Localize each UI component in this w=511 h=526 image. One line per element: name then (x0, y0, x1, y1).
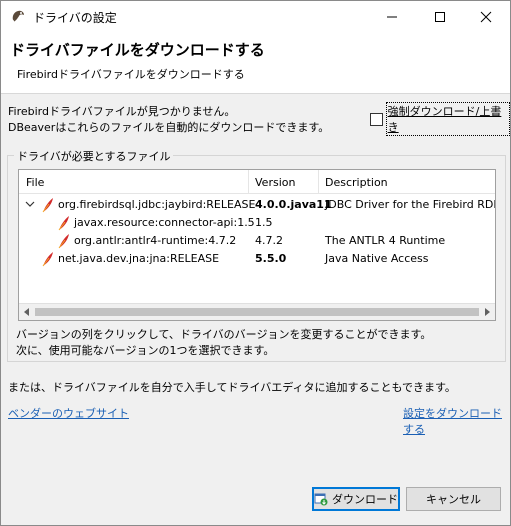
minimize-button[interactable] (369, 1, 415, 32)
maven-feather-icon (58, 234, 69, 249)
description-cell: The ANTLR 4 Runtime (325, 234, 446, 247)
driver-settings-dialog: ドライバの設定 ドライバファイルをダウンロードする Firebirdドライバファ… (0, 0, 511, 526)
cancel-button-label: キャンセル (426, 493, 481, 506)
close-icon (480, 11, 492, 22)
description-cell: Java Native Access (325, 252, 429, 265)
force-download-label[interactable]: 強制ダウンロード/上書き (385, 102, 510, 136)
cancel-button[interactable]: キャンセル (406, 487, 501, 511)
group-legend: ドライバが必要とするファイル (14, 148, 174, 164)
scrollbar-thumb[interactable] (35, 308, 479, 316)
checkbox-box[interactable] (370, 112, 383, 126)
maximize-icon (435, 11, 445, 22)
window-title: ドライバの設定 (33, 11, 117, 25)
horizontal-scrollbar[interactable] (19, 303, 495, 320)
version-help-line1: バージョンの列をクリックして、ドライバのバージョンを変更することができます。 (16, 328, 432, 341)
column-version[interactable]: Version (255, 176, 295, 189)
column-separator (248, 170, 249, 194)
maven-feather-icon (42, 252, 53, 267)
table-row[interactable]: org.firebirdsql.jdbc:jaybird:RELEASE 4.0… (19, 196, 495, 214)
dbeaver-app-icon (12, 10, 24, 22)
download-button-label: ダウンロード (332, 493, 398, 506)
dialog-header: ドライバファイルをダウンロードする Firebirdドライバファイルをダウンロー… (1, 32, 510, 94)
info-auto-download: DBeaverはこれらのファイルを自動的にダウンロードできます。 (8, 121, 330, 134)
scroll-left-icon[interactable] (23, 308, 31, 316)
file-name: net.java.dev.jna:jna:RELEASE (58, 252, 220, 265)
version-cell[interactable]: 4.0.0.java11 (255, 198, 332, 211)
download-config-link[interactable]: 設定をダウンロードする (403, 405, 510, 437)
close-button[interactable] (463, 1, 509, 32)
file-name: javax.resource:connector-api:1.5 (74, 216, 255, 229)
version-cell[interactable]: 1.5 (255, 216, 273, 229)
files-table[interactable]: File Version Description org.firebirdsql… (18, 169, 496, 321)
column-separator (318, 170, 319, 194)
table-header: File Version Description (19, 170, 495, 194)
file-name: org.firebirdsql.jdbc:jaybird:RELEASE (58, 198, 256, 211)
table-row[interactable]: org.antlr:antlr4-runtime:4.7.2 4.7.2 The… (19, 232, 495, 250)
required-files-group: ドライバが必要とするファイル File Version Description … (7, 148, 506, 362)
column-description[interactable]: Description (325, 176, 388, 189)
scroll-right-icon[interactable] (483, 308, 491, 316)
download-icon (314, 493, 328, 506)
force-download-checkbox[interactable]: 強制ダウンロード/上書き (370, 102, 510, 136)
header-title: ドライバファイルをダウンロードする (10, 41, 265, 59)
maven-feather-icon (42, 198, 53, 213)
column-file[interactable]: File (26, 176, 44, 189)
info-not-found: Firebirdドライバファイルが見つかりません。 (8, 105, 236, 118)
vendor-website-link[interactable]: ベンダーのウェブサイト (8, 405, 129, 421)
manual-add-hint: または、ドライバファイルを自分で入手してドライバエディタに追加することもできます… (8, 381, 456, 394)
description-cell: JDBC Driver for the Firebird RDBMS (325, 198, 495, 211)
version-cell[interactable]: 5.5.0 (255, 252, 286, 265)
version-help-line2: 次に、使用可能なバージョンの1つを選択できます。 (16, 344, 275, 357)
minimize-icon (387, 16, 397, 17)
download-button[interactable]: ダウンロード (312, 487, 400, 511)
maximize-button[interactable] (417, 1, 463, 32)
header-subtitle: Firebirdドライバファイルをダウンロードする (17, 68, 245, 81)
version-cell[interactable]: 4.7.2 (255, 234, 283, 247)
table-row[interactable]: net.java.dev.jna:jna:RELEASE 5.5.0 Java … (19, 250, 495, 268)
maven-feather-icon (58, 216, 69, 231)
table-row[interactable]: javax.resource:connector-api:1.5 1.5 (19, 214, 495, 232)
title-bar[interactable]: ドライバの設定 (1, 1, 510, 32)
file-name: org.antlr:antlr4-runtime:4.7.2 (74, 234, 237, 247)
chevron-down-icon[interactable] (25, 199, 35, 209)
